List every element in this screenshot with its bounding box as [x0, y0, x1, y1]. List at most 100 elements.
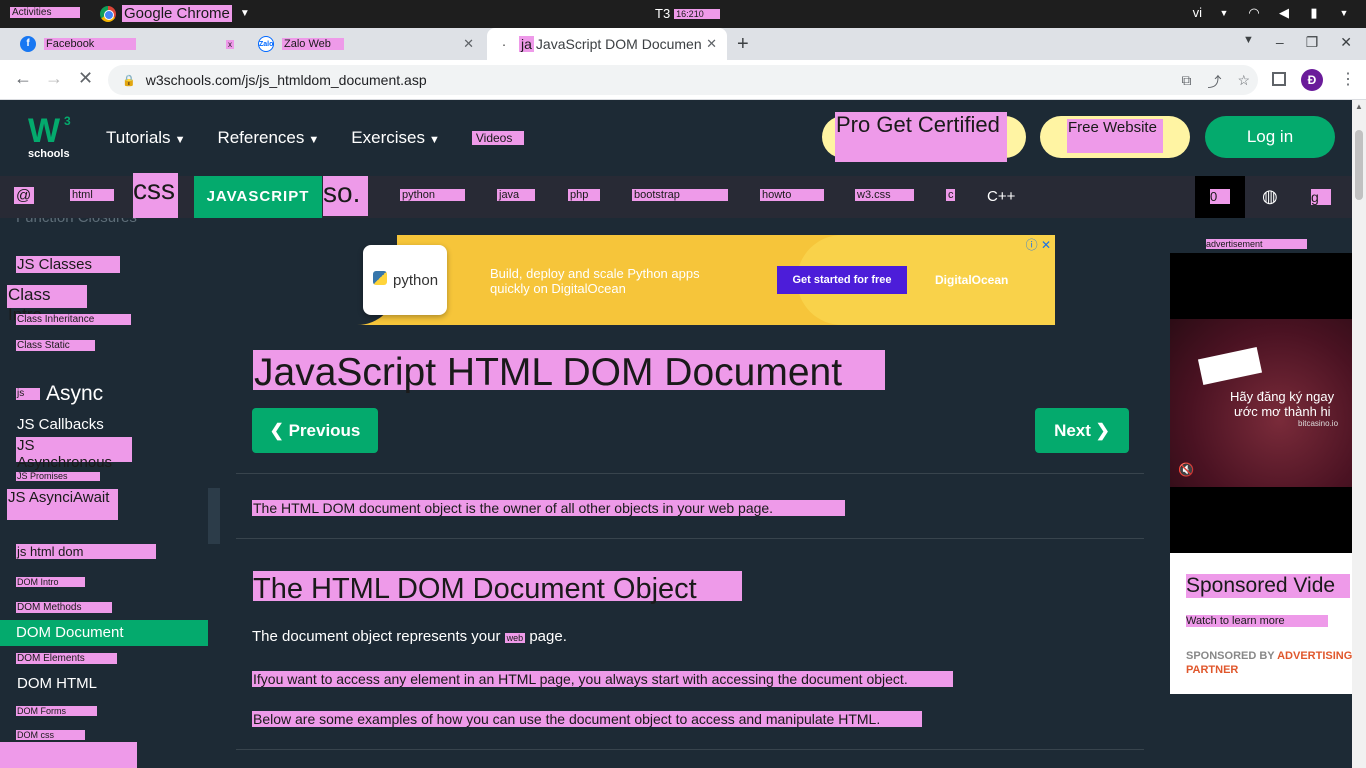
restore-icon[interactable]: ❐ [1306, 34, 1319, 51]
scroll-up-icon[interactable]: ▲ [1355, 102, 1363, 111]
sponsored-by-label: SPONSORED BY [1186, 650, 1275, 662]
subnav-python[interactable]: python [400, 189, 465, 201]
ad-cta-button[interactable]: Get started for free [777, 266, 907, 294]
minimize-icon[interactable]: – [1276, 34, 1284, 51]
login-button[interactable]: Log in [1205, 116, 1335, 158]
sidebar-item[interactable]: DOM HTML [16, 675, 98, 692]
sidebar-item[interactable]: Function Closures [16, 218, 137, 226]
sidebar-scrollbar-thumb[interactable] [208, 488, 220, 544]
sidebar-item[interactable]: DOM Forms [16, 706, 97, 716]
caret-down-icon: ▼ [174, 134, 186, 146]
subnav-javascript[interactable]: JAVASCRIPT [194, 176, 322, 218]
subnav-php[interactable]: php [568, 189, 600, 201]
sidebar-item[interactable]: Class Inheritance [16, 314, 131, 325]
button-label: Free Website [1067, 119, 1163, 153]
profile-avatar[interactable]: Đ [1301, 69, 1323, 91]
watch-link[interactable]: Watch to learn more [1186, 615, 1328, 627]
subnav-sql[interactable]: so. [323, 176, 368, 216]
tab-facebook[interactable]: f Facebook x [10, 28, 244, 60]
free-website-button[interactable]: Free Website [1040, 116, 1190, 158]
ad-close-icon[interactable]: ⓘ ✕ [1026, 236, 1051, 253]
bookmark-star-icon[interactable]: ☆ [1237, 72, 1250, 92]
sidebar-item[interactable]: DOM css [16, 730, 85, 740]
nav-tutorials[interactable]: Tutorials ▼ [106, 128, 185, 148]
page-scrollbar[interactable]: ▲ [1352, 100, 1366, 768]
tab-zalo[interactable]: Zalo Zalo Web ✕ [248, 28, 484, 60]
subnav-java[interactable]: java [497, 189, 535, 201]
language-nav: @ html css JAVASCRIPT so. python java ph… [0, 173, 1352, 221]
sidebar-item[interactable]: JS Asynchronous [16, 437, 132, 471]
pro-certified-button[interactable]: Pro Get Certified [822, 112, 1026, 162]
sidebar-item[interactable]: JS Callbacks [16, 416, 105, 433]
sidebar-item[interactable]: Class Static [16, 340, 95, 351]
back-icon[interactable]: ← [14, 68, 32, 89]
search-icon[interactable]: g [1311, 189, 1331, 205]
close-icon[interactable]: ✕ [1340, 34, 1352, 51]
subnav-html[interactable]: html [70, 189, 114, 201]
video-text: bitcasino.io [1298, 419, 1339, 428]
top-nav: Tutorials ▼ References ▼ Exercises ▼ Videos [106, 128, 524, 148]
sponsored-box[interactable]: Sponsored Vide Watch to learn more SPONS… [1170, 553, 1352, 694]
close-icon[interactable]: x [226, 39, 234, 49]
home-icon[interactable]: @ [14, 187, 34, 204]
ad-card [1197, 347, 1263, 385]
main-content: python Build, deploy and scale Python ap… [220, 218, 1160, 768]
w3schools-logo[interactable]: W 3 schools [28, 114, 74, 160]
translate-icon[interactable]: ⧉ [1181, 72, 1191, 92]
banner-ad[interactable]: python Build, deploy and scale Python ap… [327, 235, 1055, 325]
site-header: W 3 schools Tutorials ▼ References ▼ Exerc… [0, 100, 1352, 176]
subnav-css[interactable]: css [133, 173, 178, 221]
url-text[interactable]: w3schools.com/js/js_htmldom_document.asp [146, 72, 427, 88]
share-icon[interactable]: ⤴ [1207, 72, 1221, 92]
nav-exercises[interactable]: Exercises ▼ [351, 128, 440, 148]
video-ad[interactable]: Hãy đăng ký ngay ước mơ thành hi bitcasi… [1170, 253, 1352, 553]
subnav-howto[interactable]: howto [760, 189, 824, 201]
clock-day: T3 [655, 6, 671, 21]
paragraph: Below are some examples of how you can u… [252, 711, 922, 727]
new-tab-icon[interactable]: + [737, 33, 749, 56]
system-tray[interactable]: vi ▼ ◠ ◀ ▮ ▼ [1193, 5, 1352, 20]
globe-icon[interactable]: ◍ [1262, 186, 1278, 207]
subnav-cpp[interactable]: C++ [987, 188, 1015, 205]
advertisement-label: advertisement [1206, 239, 1307, 249]
kebab-menu-icon[interactable]: ⋮ [1340, 69, 1356, 89]
nav-references[interactable]: References ▼ [217, 128, 319, 148]
subnav-w3css[interactable]: w3.css [855, 189, 914, 201]
address-bar[interactable]: 🔒 w3schools.com/js/js_htmldom_document.a… [108, 65, 1258, 95]
forward-icon[interactable]: → [45, 68, 63, 89]
clock[interactable]: T3 16:210 [655, 6, 721, 21]
sidebar-item[interactable]: DOM Methods [16, 602, 112, 613]
nav-label: Tutorials [106, 128, 171, 147]
tab-title: Zalo Web [282, 38, 344, 50]
theme-toggle[interactable]: 0 [1195, 176, 1245, 218]
scrollbar-thumb[interactable] [1355, 130, 1363, 200]
lock-icon[interactable]: 🔒 [122, 74, 136, 87]
sidebar-item[interactable]: Class Intro [7, 285, 87, 324]
nav-videos[interactable]: Videos [471, 131, 524, 145]
app-menu[interactable]: Google Chrome ▼ [100, 5, 250, 22]
sidebar-item[interactable]: DOM Elements [16, 653, 117, 664]
sidebar-item[interactable]: DOM Intro [16, 577, 85, 587]
close-icon[interactable]: ✕ [706, 36, 717, 52]
previous-button[interactable]: ❮ Previous [252, 408, 378, 453]
subnav-c[interactable]: c [946, 189, 955, 201]
activities-button[interactable]: Activities [10, 7, 80, 18]
paragraph: The document object represents your web … [252, 628, 567, 645]
nav-label: Exercises [351, 128, 425, 147]
sidebar-item[interactable]: JS AsynciAwait [7, 489, 118, 520]
next-button[interactable]: Next ❯ [1035, 408, 1129, 453]
stop-loading-icon[interactable]: ✕ [78, 68, 93, 89]
tab-javascript-dom[interactable]: . ja JavaScript DOM Documen ✕ [487, 28, 727, 60]
sidebar-item[interactable]: JS Promises [16, 472, 100, 481]
tab-title-prefix: ja [519, 36, 534, 52]
paragraph: Ifyou want to access any element in an H… [252, 671, 953, 687]
mute-icon[interactable]: 🔇 [1178, 462, 1194, 478]
loading-icon: . [502, 38, 506, 49]
zalo-icon: Zalo [258, 36, 274, 52]
close-icon[interactable]: ✕ [463, 36, 474, 52]
chevron-down-icon[interactable]: ▼ [1243, 34, 1254, 51]
subnav-bootstrap[interactable]: bootstrap [632, 189, 728, 201]
input-language[interactable]: vi [1193, 5, 1202, 20]
side-panel-icon[interactable] [1272, 72, 1286, 86]
sidebar-item-active[interactable]: DOM Document [0, 620, 208, 646]
